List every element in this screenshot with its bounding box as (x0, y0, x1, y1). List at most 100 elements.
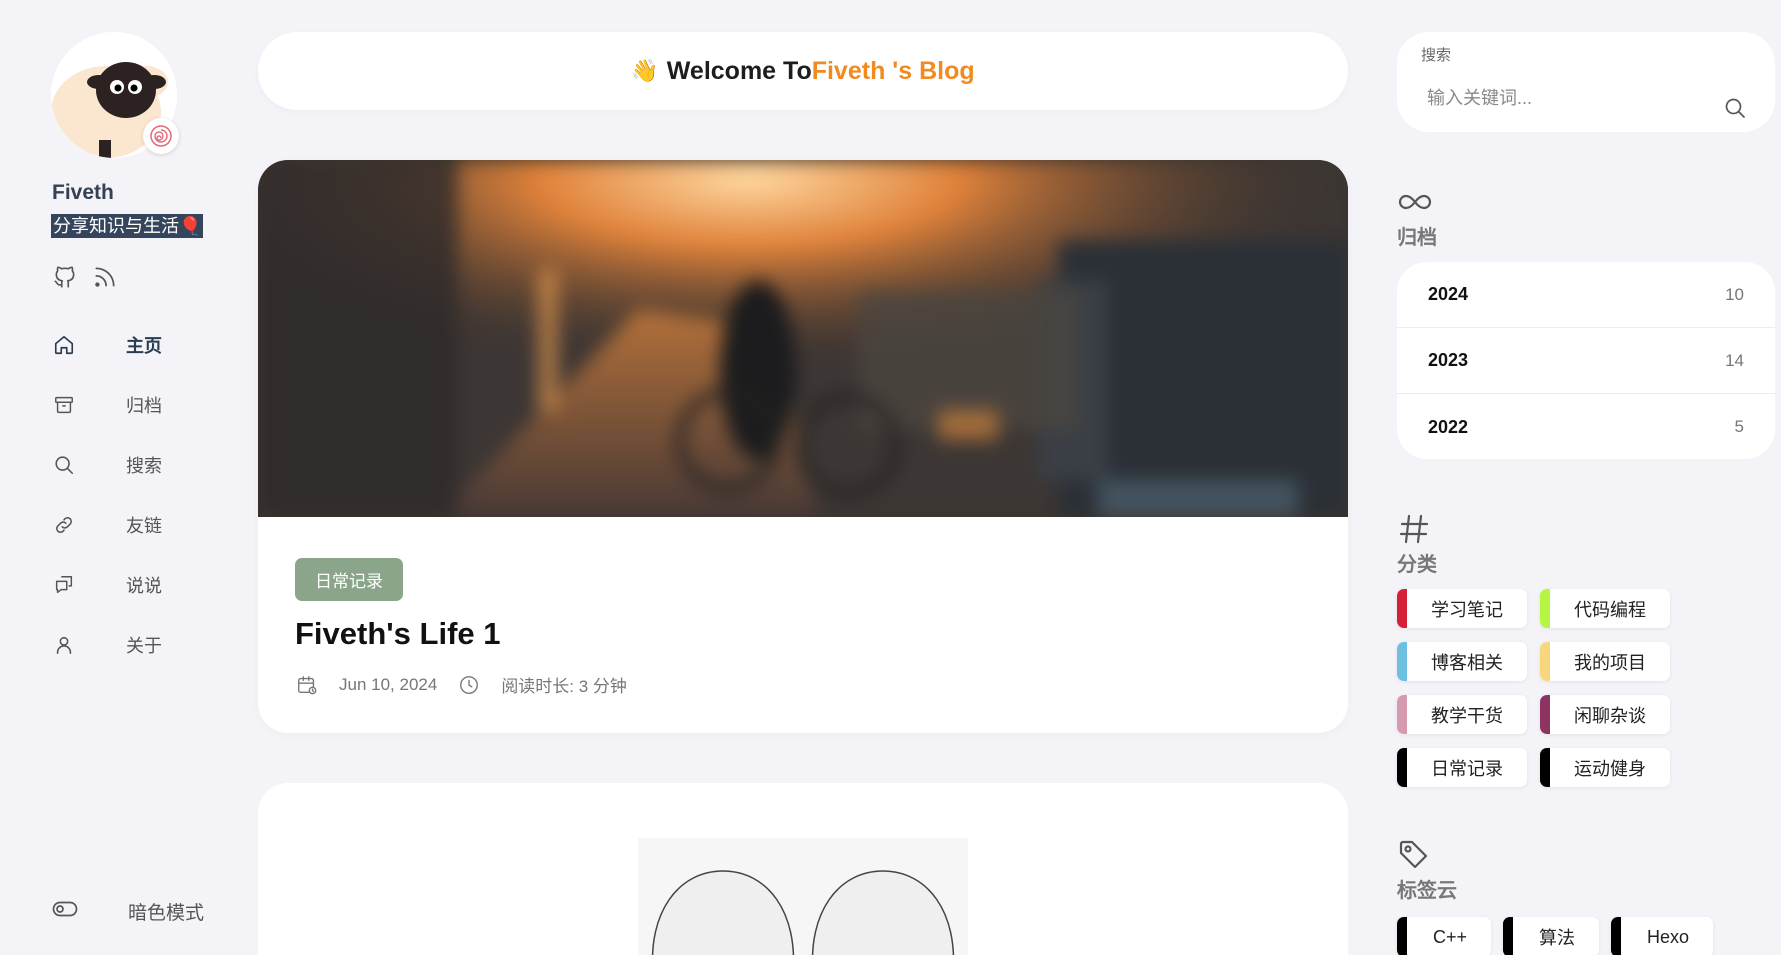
post-meta: Jun 10, 2024 阅读时长: 3 分钟 (295, 672, 647, 697)
wave-icon: 👋 (631, 58, 659, 83)
archive-row[interactable]: 2024 10 (1397, 262, 1775, 328)
hash-icon (1397, 512, 1437, 546)
archive-row[interactable]: 2023 14 (1397, 328, 1775, 394)
search-icon[interactable] (1723, 96, 1749, 122)
link-icon (52, 513, 76, 537)
category-chip[interactable]: 闲聊杂谈 (1540, 695, 1670, 734)
category-list: 学习笔记 代码编程博客相关 我的项目教学干货 闲聊杂谈日常记录 运动健身 (1397, 589, 1687, 787)
category-chip[interactable]: 博客相关 (1397, 642, 1527, 681)
category-label: 我的项目 (1574, 652, 1646, 673)
site-name: Fiveth (52, 181, 114, 204)
nav-label: 关于 (126, 636, 162, 656)
status-badge-icon (143, 118, 179, 154)
left-sidebar: Fiveth 分享知识与生活🎈 主页 归档 搜索 友链 说说 关于 暗色模式 (0, 0, 240, 955)
category-label: 博客相关 (1431, 652, 1503, 673)
category-label: 闲聊杂谈 (1574, 705, 1646, 726)
nav-label: 说说 (126, 576, 162, 596)
tag-color-bar (1611, 917, 1622, 955)
category-section-header: 分类 (1397, 512, 1437, 577)
archive-list: 2024 10 2023 14 2022 5 (1397, 262, 1775, 459)
post-title[interactable]: Fiveth's Life 1 (295, 616, 500, 652)
archive-count: 5 (1734, 417, 1744, 436)
category-label: 日常记录 (1431, 758, 1503, 779)
tags-section-header: 标签云 (1397, 838, 1457, 903)
search-icon (52, 453, 76, 477)
category-chip[interactable]: 教学干货 (1397, 695, 1527, 734)
archive-row[interactable]: 2022 5 (1397, 394, 1775, 459)
nav-label: 归档 (126, 396, 162, 416)
category-label: 学习笔记 (1431, 599, 1503, 620)
archive-count: 10 (1725, 284, 1744, 304)
nav-label: 主页 (126, 336, 162, 356)
category-color-bar (1397, 748, 1407, 787)
archive-year: 2023 (1428, 350, 1469, 370)
category-label: 教学干货 (1431, 705, 1503, 726)
site-motto: 分享知识与生活🎈 (51, 214, 204, 238)
category-label: 代码编程 (1574, 599, 1646, 620)
category-color-bar (1540, 642, 1550, 681)
welcome-banner: 👋 Welcome To Fiveth 's Blog (258, 32, 1348, 110)
post-category-tag[interactable]: 日常记录 (295, 558, 403, 601)
archive-count: 14 (1725, 350, 1744, 370)
tag-label: 算法 (1539, 928, 1576, 948)
home-icon (52, 333, 76, 357)
chat-icon (52, 573, 76, 597)
category-label: 运动健身 (1574, 758, 1646, 779)
category-chip[interactable]: 日常记录 (1397, 748, 1527, 787)
rss-icon[interactable] (92, 264, 118, 290)
tag-color-bar (1397, 917, 1407, 955)
tag-label: C++ (1433, 926, 1468, 947)
category-color-bar (1540, 589, 1550, 628)
search-widget: 搜索 (1397, 32, 1775, 132)
welcome-highlight: Fiveth 's Blog (811, 56, 975, 85)
tag-color-bar (1503, 917, 1514, 955)
nav-label: 友链 (126, 516, 162, 536)
dark-mode-label: 暗色模式 (128, 903, 205, 924)
tag-icon (1397, 838, 1457, 872)
category-color-bar (1540, 695, 1550, 734)
category-title: 分类 (1397, 554, 1437, 576)
nav-item-links[interactable]: 友链 (52, 495, 222, 555)
post-cover-image[interactable] (258, 783, 1348, 955)
welcome-prefix: Welcome To (666, 56, 812, 85)
tag-cloud: C++ 算法 Hexo (1397, 917, 1714, 955)
post-date: Jun 10, 2024 (339, 674, 438, 694)
search-input[interactable] (1427, 82, 1717, 114)
archive-icon (52, 393, 76, 417)
category-color-bar (1397, 589, 1407, 628)
tag-chip[interactable]: C++ (1397, 917, 1492, 955)
nav-item-archive[interactable]: 归档 (52, 375, 222, 435)
dark-mode-toggle[interactable]: 暗色模式 (52, 898, 204, 925)
archive-year: 2022 (1428, 416, 1469, 437)
toggle-icon (52, 900, 78, 923)
social-links (52, 264, 118, 290)
category-chip[interactable]: 学习笔记 (1397, 589, 1527, 628)
category-chip[interactable]: 运动健身 (1540, 748, 1670, 787)
nav-label: 搜索 (126, 456, 162, 476)
infinity-icon (1397, 185, 1437, 219)
nav-item-talk[interactable]: 说说 (52, 555, 222, 615)
category-chip[interactable]: 代码编程 (1540, 589, 1670, 628)
calendar-icon (295, 673, 319, 697)
post-card[interactable] (258, 783, 1348, 955)
nav-item-search[interactable]: 搜索 (52, 435, 222, 495)
nav-item-about[interactable]: 关于 (52, 615, 222, 675)
category-chip[interactable]: 我的项目 (1540, 642, 1670, 681)
main-nav: 主页 归档 搜索 友链 说说 关于 (52, 315, 222, 675)
archive-title: 归档 (1397, 227, 1437, 249)
archive-section-header: 归档 (1397, 185, 1437, 250)
post-card[interactable]: 日常记录 Fiveth's Life 1 Jun 10, 2024 阅读时长: … (258, 160, 1348, 733)
user-icon (52, 633, 76, 657)
tags-title: 标签云 (1397, 880, 1457, 902)
avatar[interactable] (51, 32, 179, 158)
post-read-time: 阅读时长: 3 分钟 (501, 677, 627, 696)
archive-year: 2024 (1428, 284, 1469, 304)
tag-chip[interactable]: 算法 (1503, 917, 1600, 955)
tag-chip[interactable]: Hexo (1611, 917, 1714, 955)
github-icon[interactable] (52, 264, 78, 290)
nav-item-home[interactable]: 主页 (52, 315, 222, 375)
category-color-bar (1540, 748, 1550, 787)
post-cover-image[interactable] (258, 160, 1348, 517)
category-color-bar (1397, 695, 1407, 734)
tag-label: Hexo (1647, 926, 1690, 947)
